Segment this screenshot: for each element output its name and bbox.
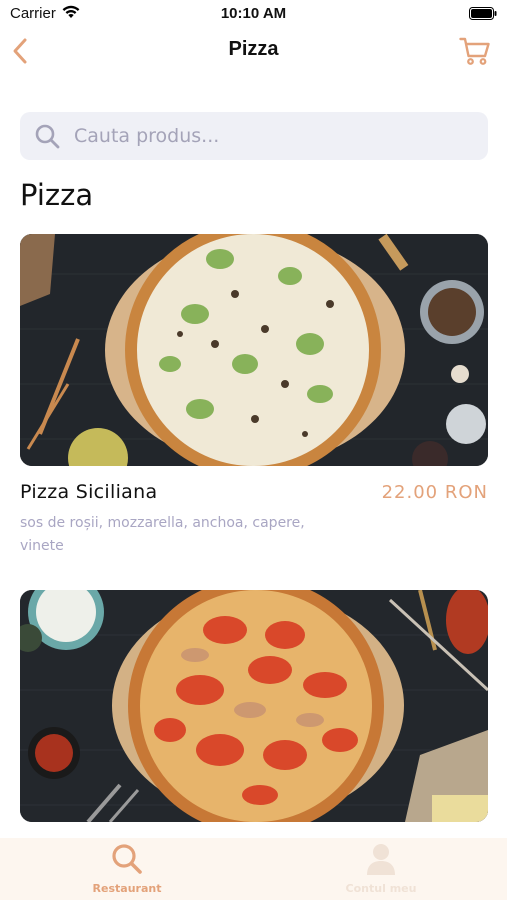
user-icon <box>367 844 395 875</box>
product-name: Pizza Siciliana <box>20 481 158 503</box>
page-title: Pizza <box>228 38 279 60</box>
product-price: 22.00 RON <box>381 482 488 503</box>
product-image <box>20 590 488 822</box>
status-bar: Carrier 10:10 AM <box>0 0 507 30</box>
tab-label: Restaurant <box>92 882 162 895</box>
search-input[interactable] <box>74 112 474 160</box>
tab-restaurant[interactable]: Restaurant <box>62 842 192 898</box>
nav-bar: Pizza <box>0 30 507 74</box>
tab-label: Contul meu <box>345 882 417 895</box>
status-time: 10:10 AM <box>220 5 287 22</box>
search-icon <box>35 124 60 149</box>
product-image <box>20 234 488 466</box>
search-icon <box>112 844 142 874</box>
search-bar[interactable] <box>20 112 488 160</box>
battery-icon <box>469 7 497 20</box>
cart-icon <box>459 37 490 65</box>
cart-button[interactable] <box>459 36 491 66</box>
tab-bar: Restaurant Contul meu <box>0 838 507 900</box>
product-description: sos de roșii, mozzarella, anchoa, capere… <box>20 515 305 554</box>
tab-account[interactable]: Contul meu <box>316 842 446 898</box>
section-title: Pizza <box>20 178 94 212</box>
